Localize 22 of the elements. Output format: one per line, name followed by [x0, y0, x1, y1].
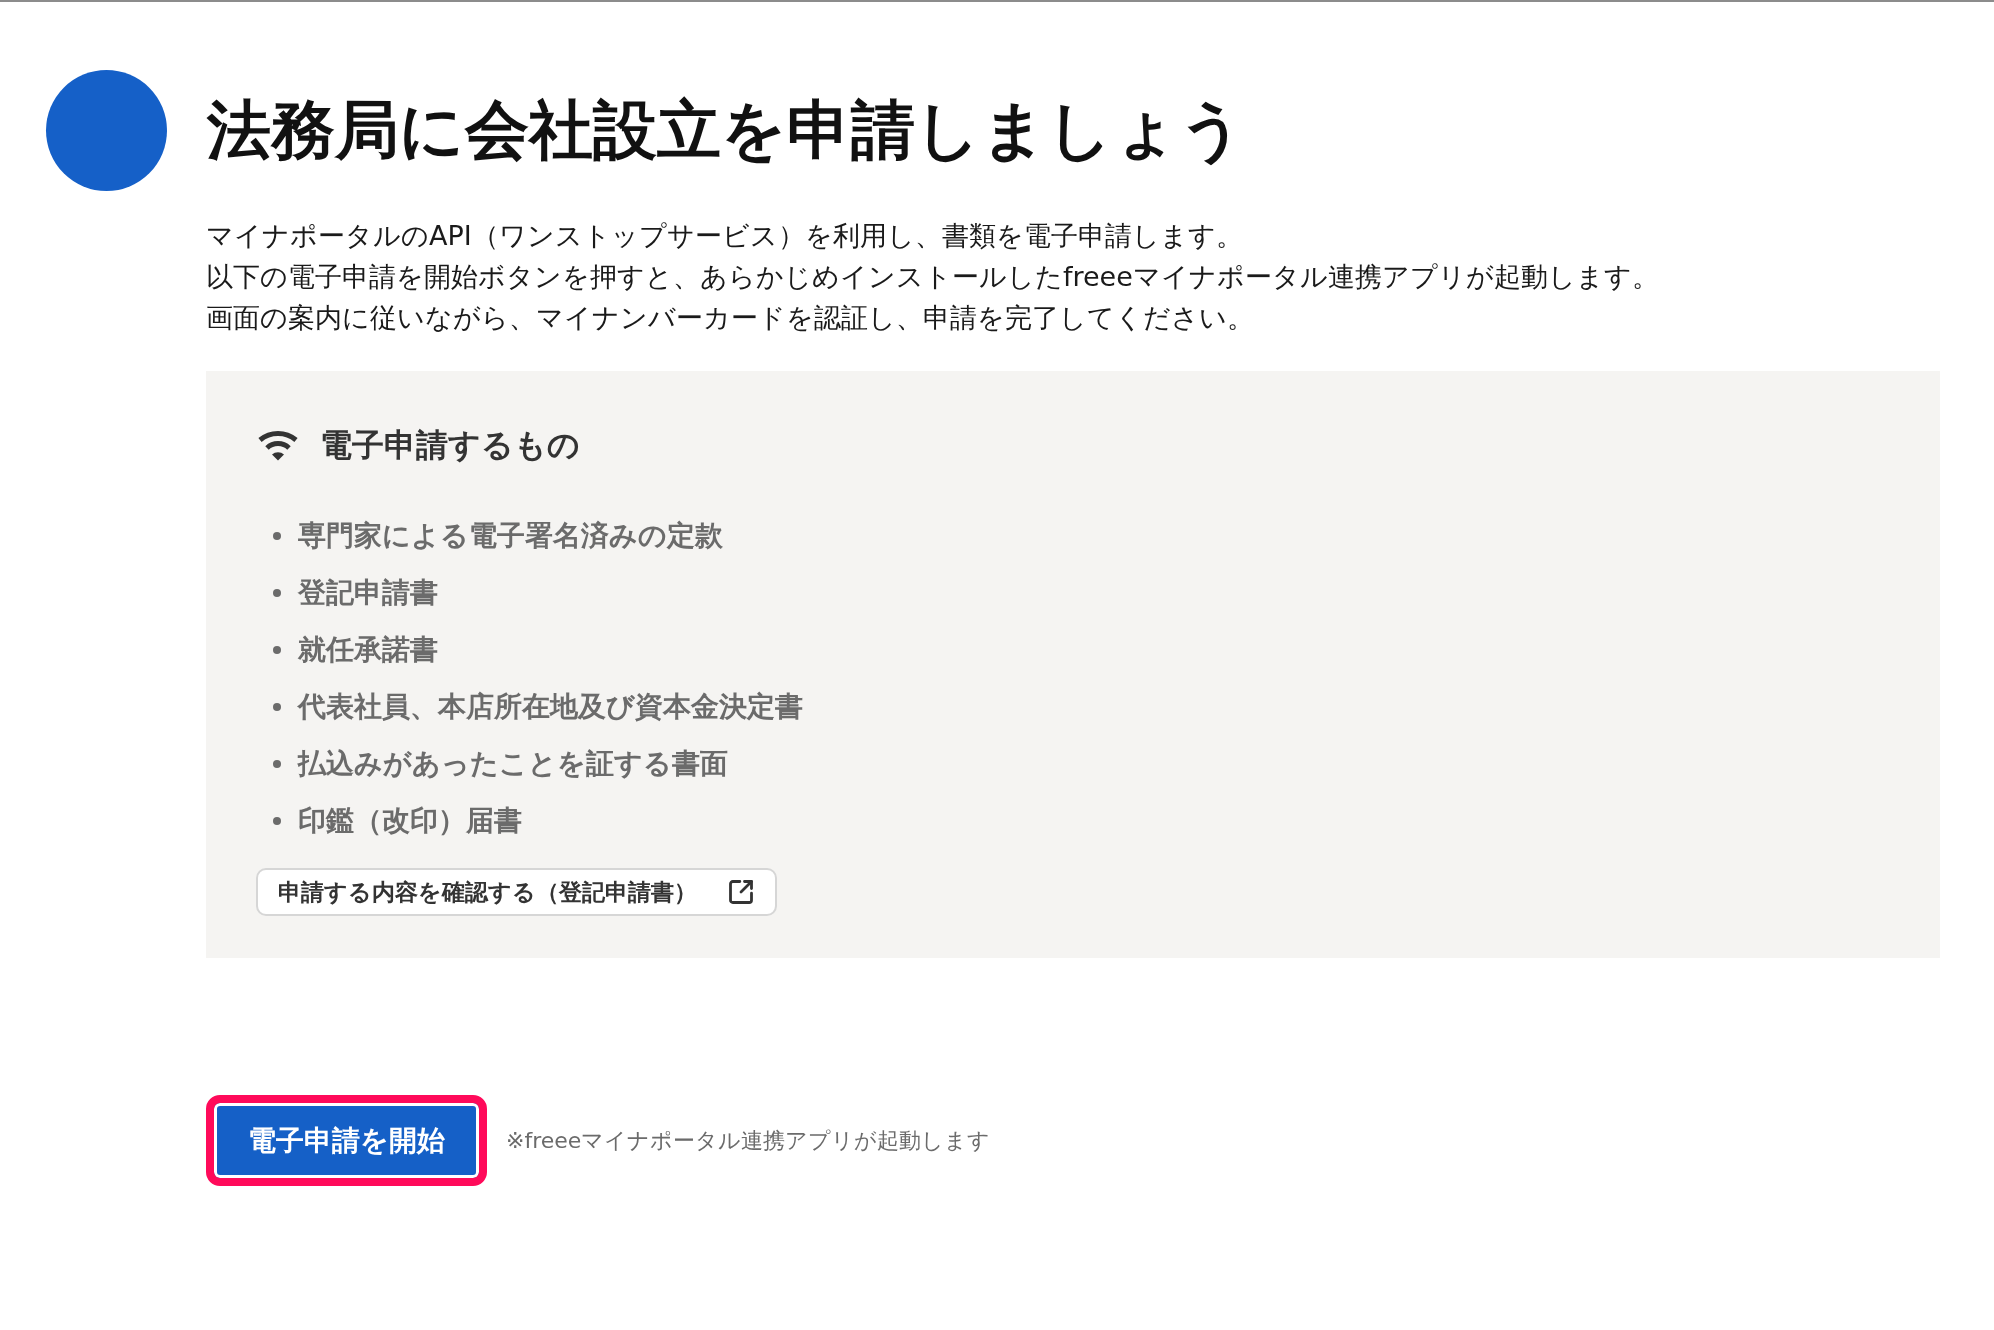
description-line: 以下の電子申請を開始ボタンを押すと、あらかじめインストールしたfreeeマイナポータル連携アプリが起動します。 — [206, 260, 1660, 294]
start-button[interactable]: 電子申請を開始 — [206, 1095, 487, 1186]
bullet-icon — [273, 588, 281, 597]
bullet-icon — [273, 702, 281, 711]
bullet-icon — [273, 816, 281, 825]
list-item-text: 専門家による電子署名済みの定款 — [298, 517, 723, 554]
note-text: ※freeeマイナポータル連携アプリが起動します — [506, 1126, 991, 1155]
bullet-icon — [273, 531, 281, 540]
list-item-text: 代表社員、本店所在地及び資本金決定書 — [298, 688, 803, 725]
list-item-text: 登記申請書 — [298, 574, 438, 611]
panel-heading: 電子申請するもの — [320, 425, 580, 466]
list-item-text: 印鑑（改印）届書 — [298, 802, 522, 839]
bullet-icon — [273, 645, 281, 654]
external-link-icon — [727, 878, 755, 906]
description-line: マイナポータルのAPI（ワンストップサービス）を利用し、書類を電子申請します。 — [206, 219, 1244, 253]
description-line: 画面の案内に従いながら、マイナンバーカードを認証し、申請を完了してください。 — [206, 301, 1255, 335]
list-item-text: 払込みがあったことを証する書面 — [298, 745, 728, 782]
wifi-icon — [256, 429, 300, 461]
page-title: 法務局に会社設立を申請しましょう — [207, 92, 1245, 169]
list-item-text: 就任承諾書 — [298, 631, 438, 668]
confirm-button[interactable]: 申請する内容を確認する（登記申請書） — [256, 868, 777, 916]
bullet-icon — [273, 759, 281, 768]
